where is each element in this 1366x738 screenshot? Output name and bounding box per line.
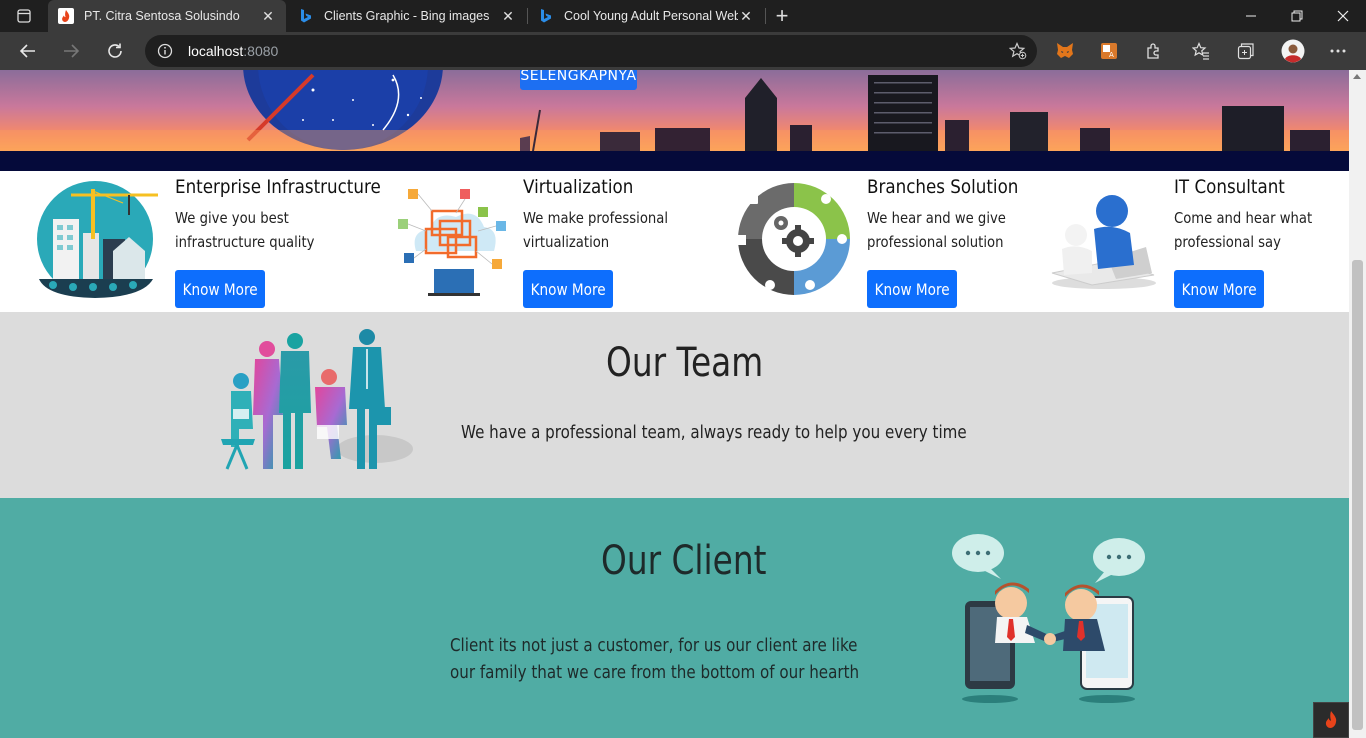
- close-icon[interactable]: ✕: [738, 8, 754, 24]
- city-skyline-illustration: [0, 75, 1349, 151]
- service-title-enterprise: Enterprise Infrastructure: [175, 176, 381, 198]
- client-handshake-illustration: [952, 534, 1145, 703]
- scrollbar-thumb[interactable]: [1352, 260, 1363, 730]
- client-title: Our Client: [601, 538, 767, 584]
- team-silhouettes-illustration: [221, 329, 413, 470]
- tab-title: Cool Young Adult Personal Webs: [564, 9, 738, 23]
- url-host: localhost: [188, 43, 244, 59]
- consultant-illustration: [1046, 189, 1158, 295]
- our-client-section: Our Client Client its not just a custome…: [0, 498, 1349, 738]
- back-icon[interactable]: [13, 36, 43, 66]
- bing-icon: [298, 8, 314, 24]
- service-title-it-consultant: IT Consultant: [1174, 176, 1285, 198]
- page-scrollbar[interactable]: [1349, 70, 1366, 738]
- know-more-label: Know More: [182, 279, 258, 299]
- collections-icon[interactable]: [1235, 40, 1257, 62]
- hero-banner: SELENGKAPNYA: [0, 70, 1349, 151]
- navy-divider-strip: [0, 151, 1349, 171]
- infrastructure-illustration: [33, 181, 161, 303]
- svg-text:A: A: [1109, 51, 1114, 59]
- url-port: :8080: [243, 43, 279, 59]
- close-window-icon[interactable]: [1320, 0, 1366, 32]
- tab-separator: [765, 8, 766, 24]
- forward-icon[interactable]: [56, 36, 86, 66]
- gears-illustration: [726, 181, 862, 303]
- refresh-icon[interactable]: [100, 36, 130, 66]
- service-desc-it-consultant: Come and hear what professional say: [1174, 209, 1313, 251]
- our-team-section: Our Team We have a professional team, al…: [0, 312, 1349, 498]
- tab-citra-sentosa[interactable]: PT. Citra Sentosa Solusindo ✕: [48, 0, 286, 32]
- settings-more-icon[interactable]: [1327, 40, 1349, 62]
- debug-toolbar-flame-icon[interactable]: [1313, 702, 1349, 738]
- flame-icon: [58, 8, 74, 24]
- service-desc-enterprise: We give you best infrastructure quality: [175, 209, 315, 251]
- new-tab-icon[interactable]: +: [770, 3, 794, 28]
- tab-title: Clients Graphic - Bing images: [324, 9, 490, 23]
- service-desc-virtualization: We make professional virtualization: [523, 209, 669, 251]
- tab-bing-clients[interactable]: Clients Graphic - Bing images ✕: [288, 0, 526, 32]
- address-bar[interactable]: localhost:8080: [145, 35, 1037, 67]
- services-section: Enterprise Infrastructure We give you be…: [0, 171, 1349, 312]
- url-text: localhost:8080: [188, 43, 278, 59]
- tab-title: PT. Citra Sentosa Solusindo: [84, 9, 240, 23]
- know-more-label: Know More: [530, 279, 606, 299]
- scroll-up-icon[interactable]: [1353, 74, 1361, 79]
- translate-extension-icon[interactable]: A: [1098, 40, 1120, 62]
- service-title-virtualization: Virtualization: [523, 176, 634, 198]
- browser-toolbar: localhost:8080 A: [0, 32, 1366, 70]
- team-description: We have a professional team, always read…: [461, 422, 967, 443]
- close-icon[interactable]: ✕: [260, 8, 276, 24]
- know-more-button-virtualization[interactable]: Know More: [523, 270, 613, 308]
- tab-bar: PT. Citra Sentosa Solusindo ✕ Clients Gr…: [0, 0, 1366, 32]
- service-desc-branches: We hear and we give professional solutio…: [867, 209, 1006, 251]
- know-more-label: Know More: [874, 279, 950, 299]
- favorites-icon[interactable]: [1190, 40, 1212, 62]
- site-info-icon[interactable]: [157, 43, 173, 59]
- tab-cool-young-adult[interactable]: Cool Young Adult Personal Webs ✕: [528, 0, 764, 32]
- tab-actions-icon[interactable]: [8, 4, 40, 28]
- minimize-icon[interactable]: [1228, 0, 1274, 32]
- profile-avatar[interactable]: [1280, 38, 1306, 64]
- know-more-button-branches[interactable]: Know More: [867, 270, 957, 308]
- restore-icon[interactable]: [1274, 0, 1320, 32]
- extensions-icon[interactable]: [1143, 40, 1165, 62]
- bing-icon: [538, 8, 554, 24]
- know-more-button-it-consultant[interactable]: Know More: [1174, 270, 1264, 308]
- service-title-branches: Branches Solution: [867, 176, 1019, 198]
- close-icon[interactable]: ✕: [500, 8, 516, 24]
- team-title: Our Team: [606, 340, 764, 386]
- cloud-virtualization-illustration: [396, 181, 508, 303]
- page-viewport: SELENGKAPNYA Enterprise Infrastructure W…: [0, 70, 1349, 738]
- add-favorite-icon[interactable]: [1008, 42, 1027, 60]
- know-more-label: Know More: [1181, 279, 1257, 299]
- metamask-extension-icon[interactable]: [1054, 40, 1076, 62]
- know-more-button-enterprise[interactable]: Know More: [175, 270, 265, 308]
- client-description: Client its not just a customer, for us o…: [450, 635, 860, 683]
